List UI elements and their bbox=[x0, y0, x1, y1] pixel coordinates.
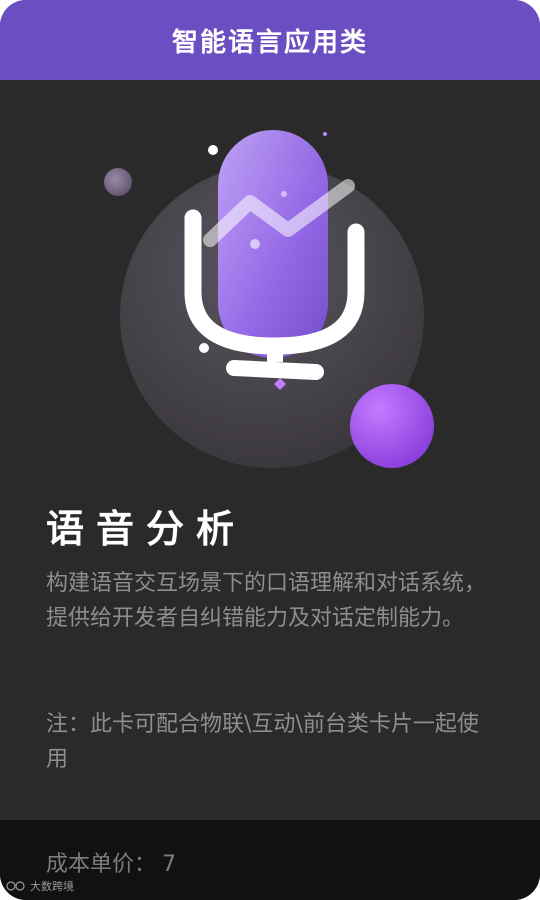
bubble bbox=[281, 191, 287, 197]
purple-orb bbox=[350, 384, 434, 468]
watermark: 大数跨境 bbox=[6, 878, 74, 894]
footer: 成本单价： 7 大数跨境 bbox=[0, 820, 540, 900]
dot bbox=[199, 343, 209, 353]
mic-capsule bbox=[218, 130, 328, 358]
card-note: 注：此卡可配合物联\互动\前台类卡片一起使用 bbox=[46, 712, 479, 772]
dot bbox=[208, 145, 218, 155]
microphone-icon bbox=[104, 130, 434, 468]
hero-illustration bbox=[0, 80, 540, 500]
watermark-logo-icon bbox=[6, 881, 25, 891]
bubble bbox=[250, 239, 260, 249]
price-value: 7 bbox=[162, 852, 177, 877]
watermark-text: 大数跨境 bbox=[30, 880, 74, 893]
card-description: 构建语音交互场景下的口语理解和对话系统，提供给开发者自纠错能力及对话定制能力。 bbox=[46, 571, 487, 631]
header: 智能语言应用类 bbox=[0, 0, 540, 80]
card: 智能语言应用类 语音分析 构建语音交互场景下的口语理解和对话系统，提供给开发者自… bbox=[0, 0, 540, 900]
cost-price: 成本单价： 7 bbox=[46, 846, 176, 878]
price-label: 成本单价： bbox=[46, 852, 157, 877]
small-orb bbox=[104, 168, 132, 196]
header-title: 智能语言应用类 bbox=[171, 27, 368, 58]
card-title: 语音分析 bbox=[46, 507, 247, 551]
mic-base bbox=[226, 360, 324, 380]
dot bbox=[323, 132, 327, 136]
